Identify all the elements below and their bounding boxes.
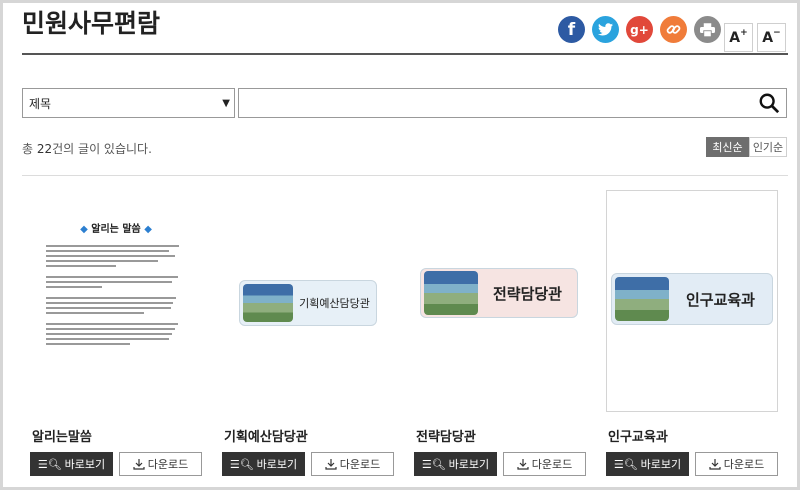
view-label: 바로보기 [640, 458, 682, 471]
view-label: 바로보기 [64, 458, 106, 471]
result-count: 총 22건의 글이 있습니다. [22, 140, 152, 157]
view-icon: ☰🔍︎ [37, 457, 62, 471]
plus-icon: + [740, 27, 748, 38]
download-icon [325, 459, 337, 470]
view-button[interactable]: ☰🔍︎ 바로보기 [30, 452, 113, 476]
sort-popular-button[interactable]: 인기순 [749, 137, 787, 157]
notice-heading: ◆ 알리는 말씀 ◆ [46, 220, 186, 235]
download-button[interactable]: 다운로드 [695, 452, 778, 476]
card-title[interactable]: 전략담당관 [416, 426, 476, 445]
link-icon[interactable] [660, 16, 687, 43]
card-thumbnail[interactable]: ◆ 알리는 말씀 ◆ [30, 190, 200, 412]
card-thumbnail[interactable]: 기획예산담당관 [222, 190, 392, 412]
landscape-image [243, 284, 293, 322]
card-thumbnail[interactable]: 인구교육과 [606, 190, 778, 412]
view-label: 바로보기 [256, 458, 298, 471]
landscape-image [615, 277, 669, 321]
notice-document: ◆ 알리는 말씀 ◆ [46, 220, 186, 400]
department-banner: 기획예산담당관 [239, 280, 377, 326]
department-banner: 전략담당관 [420, 268, 578, 318]
font-minus-label: A [762, 29, 774, 46]
banner-label: 전략담당관 [492, 284, 562, 303]
banner-label: 기획예산담당관 [299, 297, 370, 310]
page-title: 민원사무편람 [22, 9, 161, 38]
download-button[interactable]: 다운로드 [503, 452, 586, 476]
google-plus-icon[interactable]: g+ [626, 16, 653, 43]
sort-latest-button[interactable]: 최신순 [706, 137, 749, 157]
notice-heading-text: 알리는 말씀 [91, 224, 141, 235]
diamond-icon: ◆ [140, 224, 152, 235]
search-field-select-value: 제목 [29, 96, 52, 111]
download-icon [709, 459, 721, 470]
view-icon: ☰🔍︎ [421, 457, 446, 471]
minus-icon: − [773, 27, 781, 38]
font-plus-label: A [729, 29, 741, 46]
result-count-prefix: 총 [22, 142, 37, 156]
search-icon[interactable] [758, 92, 780, 118]
banner-label: 인구교육과 [685, 290, 755, 309]
print-icon[interactable] [694, 16, 721, 43]
download-label: 다운로드 [723, 458, 765, 471]
twitter-icon[interactable] [592, 16, 619, 43]
download-button[interactable]: 다운로드 [311, 452, 394, 476]
view-label: 바로보기 [448, 458, 490, 471]
facebook-icon[interactable]: f [558, 16, 585, 43]
view-button[interactable]: ☰🔍︎ 바로보기 [606, 452, 689, 476]
download-icon [517, 459, 529, 470]
result-count-number: 22 [36, 142, 53, 156]
diamond-icon: ◆ [80, 224, 92, 235]
download-button[interactable]: 다운로드 [119, 452, 202, 476]
result-count-suffix: 건의 글이 있습니다. [52, 142, 152, 156]
department-banner: 인구교육과 [611, 273, 773, 325]
chevron-down-icon: ▼ [222, 98, 230, 109]
card-thumbnail[interactable]: 전략담당관 [414, 190, 584, 412]
title-divider [22, 53, 788, 55]
view-icon: ☰🔍︎ [229, 457, 254, 471]
view-button[interactable]: ☰🔍︎ 바로보기 [414, 452, 497, 476]
card-title[interactable]: 기획예산담당관 [224, 426, 308, 445]
download-label: 다운로드 [531, 458, 573, 471]
landscape-image [424, 271, 478, 315]
view-button[interactable]: ☰🔍︎ 바로보기 [222, 452, 305, 476]
download-icon [133, 459, 145, 470]
card-title[interactable]: 알리는말씀 [32, 426, 92, 445]
view-icon: ☰🔍︎ [613, 457, 638, 471]
card-title[interactable]: 인구교육과 [608, 426, 668, 445]
search-field-select[interactable]: 제목 ▼ [22, 88, 235, 118]
download-label: 다운로드 [147, 458, 189, 471]
font-size-decrease-button[interactable]: A − [757, 23, 786, 52]
font-size-increase-button[interactable]: A + [724, 23, 753, 52]
list-divider [22, 175, 788, 176]
search-input[interactable] [238, 88, 787, 118]
download-label: 다운로드 [339, 458, 381, 471]
